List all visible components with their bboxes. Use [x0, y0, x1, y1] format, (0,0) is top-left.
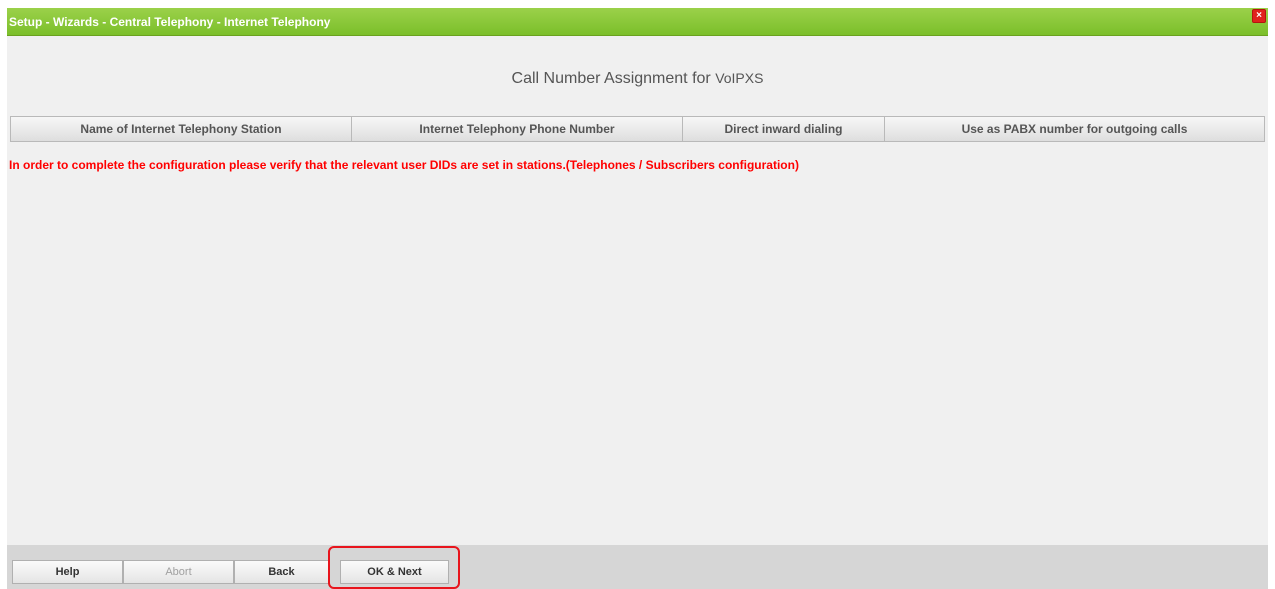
button-bar: Help Abort Back OK & Next: [7, 545, 1268, 589]
page-heading: Call Number Assignment for VoIPXS: [7, 70, 1268, 88]
title-bar: Setup - Wizards - Central Telephony - In…: [7, 8, 1268, 36]
ok-next-button[interactable]: OK & Next: [340, 560, 449, 584]
column-header-phone-number: Internet Telephony Phone Number: [352, 117, 683, 141]
configuration-warning: In order to complete the configuration p…: [9, 158, 799, 172]
abort-button: Abort: [123, 560, 234, 584]
column-header-station-name: Name of Internet Telephony Station: [11, 117, 352, 141]
window-title: Setup - Wizards - Central Telephony - In…: [9, 15, 331, 29]
column-header-did: Direct inward dialing: [683, 117, 885, 141]
page-heading-text: Call Number Assignment for: [511, 70, 716, 87]
close-icon[interactable]: ×: [1252, 9, 1266, 23]
back-button[interactable]: Back: [234, 560, 329, 584]
call-number-table-header: Name of Internet Telephony Station Inter…: [10, 116, 1265, 142]
provider-name: VoIPXS: [715, 70, 764, 86]
help-button[interactable]: Help: [12, 560, 123, 584]
column-header-pabx-number: Use as PABX number for outgoing calls: [885, 117, 1264, 141]
wizard-window: Setup - Wizards - Central Telephony - In…: [7, 8, 1268, 589]
